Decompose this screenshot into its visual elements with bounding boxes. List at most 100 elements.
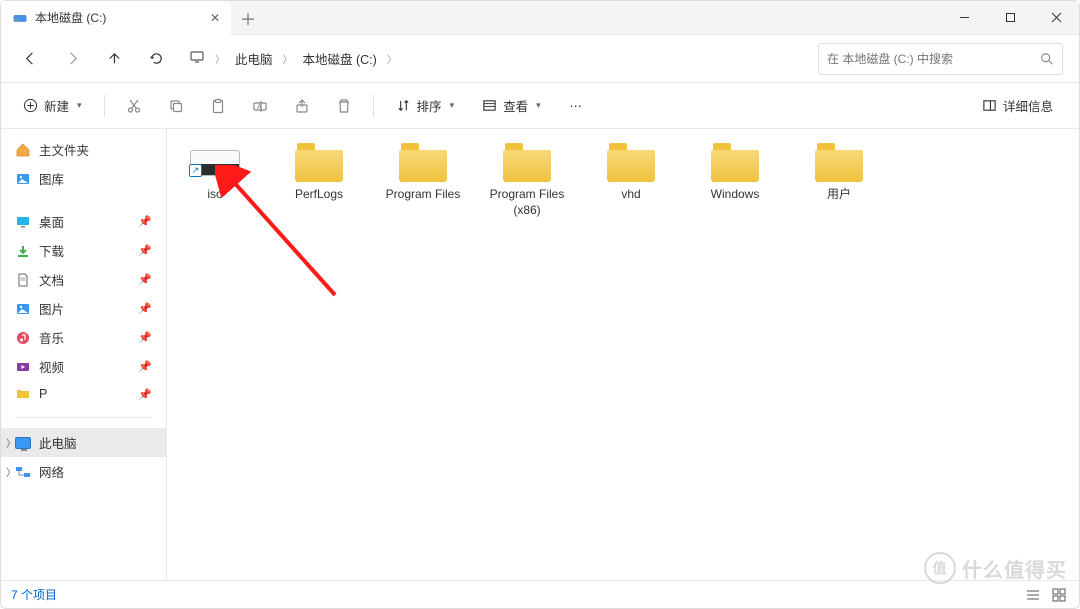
chevron-right-icon: 〉 [381,51,403,66]
pin-icon: 📌 [138,360,152,373]
breadcrumb-this-pc[interactable]: 此电脑 [235,49,273,68]
details-view-toggle[interactable] [1023,585,1043,605]
view-button-label: 查看 [503,96,528,115]
file-item-windows[interactable]: Windows [695,143,775,203]
delete-button[interactable] [327,89,361,123]
breadcrumb[interactable]: 〉 此电脑 〉 本地磁盘 (C:) 〉 [179,49,814,68]
new-button-label: 新建 [44,96,69,115]
close-window-button[interactable] [1033,1,1079,35]
pin-icon: 📌 [138,244,152,257]
refresh-button[interactable] [137,40,175,78]
sidebar-this-pc[interactable]: 〉 此电脑 [1,428,166,457]
item-count: 7 个项目 [11,586,57,603]
new-tab-button[interactable]: ＋ [231,1,265,35]
file-item-program-files-x86[interactable]: Program Files (x86) [487,143,567,218]
separator [373,95,374,117]
file-item-perflogs[interactable]: PerfLogs [279,143,359,203]
sidebar-documents[interactable]: 文档 📌 [1,265,166,294]
content-pane[interactable]: ↗ iso PerfLogs Program Files Program Fil… [167,129,1079,580]
icons-view-toggle[interactable] [1049,585,1069,605]
cut-button[interactable] [117,89,151,123]
explorer-tab[interactable]: 本地磁盘 (C:) ✕ [1,1,231,35]
sidebar-home[interactable]: 主文件夹 [1,135,166,164]
folder-icon [293,143,345,183]
items-grid: ↗ iso PerfLogs Program Files Program Fil… [175,143,1071,218]
drive-shortcut-icon: ↗ [189,143,241,183]
network-icon [15,464,31,480]
folder-icon [501,143,553,183]
pin-icon: 📌 [138,302,152,315]
chevron-right-icon: 〉 [209,51,231,66]
maximize-button[interactable] [987,1,1033,35]
chevron-down-icon: ▾ [77,100,82,111]
up-button[interactable] [95,40,133,78]
sidebar-videos[interactable]: 视频 📌 [1,352,166,381]
nav-bar: 〉 此电脑 〉 本地磁盘 (C:) 〉 [1,35,1079,83]
paste-button[interactable] [201,89,235,123]
window-controls [941,1,1079,35]
music-icon [15,330,31,346]
chevron-down-icon: ▾ [536,100,541,111]
file-item-users[interactable]: 用户 [799,143,879,203]
close-tab-button[interactable]: ✕ [207,10,223,26]
body: 主文件夹 图库 桌面 📌 下载 📌 文档 📌 图片 📌 音 [1,129,1079,580]
file-item-program-files[interactable]: Program Files [383,143,463,203]
gallery-icon [15,171,31,187]
pin-icon: 📌 [138,331,152,344]
watermark: 值 什么值得买 [924,552,1067,584]
download-icon [15,243,31,259]
view-button[interactable]: 查看 ▾ [472,90,551,121]
search-input[interactable] [827,52,1034,66]
sort-button[interactable]: 排序 ▾ [386,90,465,121]
tab-title: 本地磁盘 (C:) [35,9,199,26]
pin-icon: 📌 [138,388,152,401]
chevron-right-icon: 〉 [6,464,16,479]
toolbar: 新建 ▾ A 排序 ▾ 查看 ▾ ⋯ 详细信息 [1,83,1079,129]
sidebar-folder-p[interactable]: P 📌 [1,381,166,407]
back-button[interactable] [11,40,49,78]
pin-icon: 📌 [138,215,152,228]
sidebar-downloads[interactable]: 下载 📌 [1,236,166,265]
details-pane-button[interactable]: 详细信息 [968,90,1067,121]
pictures-icon [15,301,31,317]
rename-button[interactable]: A [243,89,277,123]
folder-icon [813,143,865,183]
status-bar: 7 个项目 [1,580,1079,608]
folder-icon [397,143,449,183]
sidebar: 主文件夹 图库 桌面 📌 下载 📌 文档 📌 图片 📌 音 [1,129,167,580]
file-item-vhd[interactable]: vhd [591,143,671,203]
folder-icon [15,386,31,402]
pin-icon: 📌 [138,273,152,286]
folder-icon [709,143,761,183]
folder-icon [605,143,657,183]
separator [15,417,152,418]
search-icon [1040,52,1054,66]
document-icon [15,272,31,288]
sort-button-label: 排序 [417,96,442,115]
sidebar-desktop[interactable]: 桌面 📌 [1,207,166,236]
view-toggles [1023,585,1069,605]
more-button[interactable]: ⋯ [559,89,593,123]
sidebar-gallery[interactable]: 图库 [1,164,166,193]
drive-icon-small [13,11,27,25]
video-icon [15,359,31,375]
sidebar-pictures[interactable]: 图片 📌 [1,294,166,323]
share-button[interactable] [285,89,319,123]
sidebar-network[interactable]: 〉 网络 [1,457,166,486]
new-button[interactable]: 新建 ▾ [13,90,92,121]
file-item-iso[interactable]: ↗ iso [175,143,255,203]
sidebar-music[interactable]: 音乐 📌 [1,323,166,352]
details-button-label: 详细信息 [1003,96,1053,115]
chevron-right-icon: 〉 [277,51,299,66]
home-icon [15,142,31,158]
forward-button[interactable] [53,40,91,78]
breadcrumb-drive[interactable]: 本地磁盘 (C:) [303,49,377,68]
pc-root-icon [189,49,205,68]
title-bar: 本地磁盘 (C:) ✕ ＋ [1,1,1079,35]
copy-button[interactable] [159,89,193,123]
search-box[interactable] [818,43,1063,75]
desktop-icon [15,214,31,230]
separator [104,95,105,117]
chevron-down-icon: ▾ [450,100,455,111]
minimize-button[interactable] [941,1,987,35]
